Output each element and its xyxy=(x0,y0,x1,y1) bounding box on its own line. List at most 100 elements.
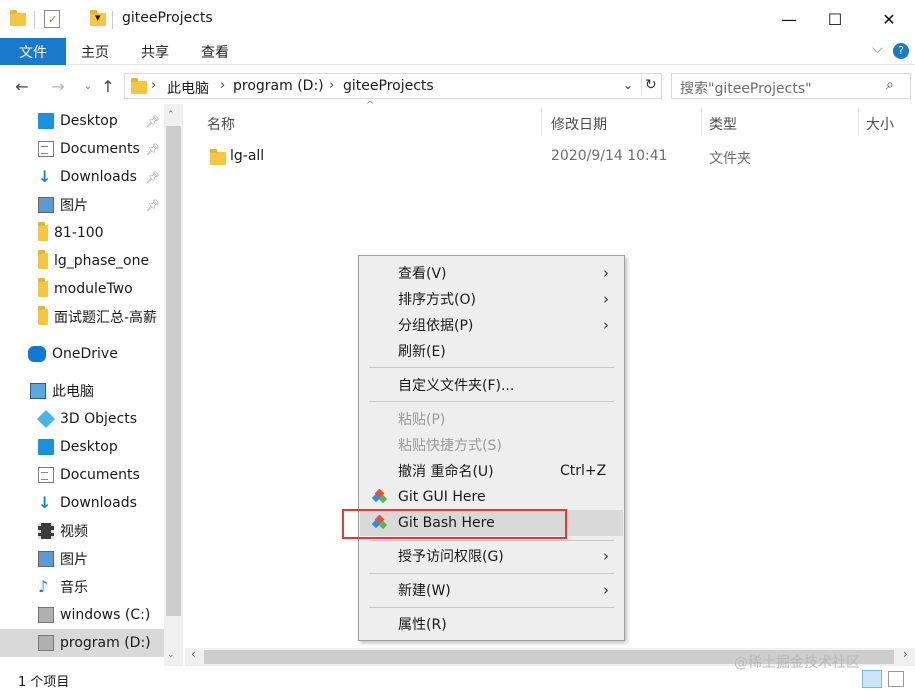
watermark: @稀土掘金技术社区 xyxy=(734,655,860,671)
menu-item-new[interactable]: 新建(W) › xyxy=(360,577,623,603)
pin-icon[interactable]: 📌︎ xyxy=(146,199,160,212)
3d-objects-icon xyxy=(36,409,56,429)
scroll-left-icon[interactable]: ‹ xyxy=(191,647,196,661)
scroll-right-icon[interactable]: › xyxy=(903,647,908,661)
file-row[interactable]: lg-all 2020/9/14 10:41 文件夹 xyxy=(192,146,892,170)
sidebar-item-downloads-pc[interactable]: ↓ Downloads xyxy=(0,489,165,517)
pin-icon[interactable]: 📌︎ xyxy=(146,171,160,184)
expand-ribbon-icon[interactable]: ⌵ xyxy=(872,41,883,57)
sidebar-item-videos[interactable]: 视频 xyxy=(0,517,165,545)
desktop-icon xyxy=(38,113,54,129)
sidebar-item-downloads[interactable]: ↓ Downloads 📌︎ xyxy=(0,163,165,191)
chevron-right-icon[interactable]: › xyxy=(220,78,225,93)
help-icon[interactable]: ? xyxy=(893,43,909,59)
divider xyxy=(34,11,35,29)
sidebar-item-pictures-pc[interactable]: 图片 xyxy=(0,545,165,573)
menu-item-refresh[interactable]: 刷新(E) xyxy=(360,338,623,364)
tab-file[interactable]: 文件 xyxy=(0,38,66,65)
scroll-down-icon[interactable]: ⌄ xyxy=(167,650,175,660)
sidebar-item-81-100[interactable]: 81-100 xyxy=(0,219,165,247)
address-dropdown-icon[interactable]: ⌄ xyxy=(623,78,633,92)
menu-item-view[interactable]: 查看(V) › xyxy=(360,260,623,286)
menu-item-sort[interactable]: 排序方式(O) › xyxy=(360,286,623,312)
properties-icon[interactable]: ✓ xyxy=(44,10,60,28)
up-arrow-icon[interactable]: ↑ xyxy=(96,74,120,98)
quick-access-dropdown-icon[interactable]: ▾ xyxy=(95,11,101,24)
column-header-date[interactable]: 修改日期 xyxy=(551,114,607,134)
sidebar-item-this-pc[interactable]: 此电脑 xyxy=(0,377,165,405)
sidebar-item-moduletwo[interactable]: moduleTwo xyxy=(0,275,165,303)
menu-item-undo-rename[interactable]: 撤消 重命名(U) Ctrl+Z xyxy=(360,458,623,484)
breadcrumb-this-pc[interactable]: 此电脑 xyxy=(167,78,209,98)
folder-icon xyxy=(38,222,48,241)
tab-share[interactable]: 共享 xyxy=(130,38,180,65)
search-icon[interactable]: ⌕ xyxy=(886,77,894,93)
column-header-name[interactable]: 名称 xyxy=(207,114,235,134)
close-button[interactable]: ✕ xyxy=(866,0,912,38)
pin-icon[interactable]: 📌︎ xyxy=(146,115,160,128)
chevron-right-icon: › xyxy=(603,316,609,334)
large-icons-view-icon[interactable] xyxy=(888,671,904,687)
column-header-type[interactable]: 类型 xyxy=(709,114,737,134)
sidebar-item-desktop-pc[interactable]: Desktop xyxy=(0,433,165,461)
address-bar[interactable]: › 此电脑 › program (D:) › giteeProjects ⌄ ↻ xyxy=(124,73,662,99)
drive-icon xyxy=(38,635,54,651)
back-arrow-icon[interactable]: ← xyxy=(10,74,34,98)
sidebar-item-windows-c[interactable]: windows (C:) xyxy=(0,601,165,629)
chevron-right-icon[interactable]: › xyxy=(329,78,334,93)
breadcrumb-giteeprojects[interactable]: giteeProjects xyxy=(343,78,434,94)
menu-item-git-gui[interactable]: Git GUI Here xyxy=(360,484,623,510)
maximize-button[interactable]: ☐ xyxy=(812,0,858,38)
tab-view[interactable]: 查看 xyxy=(190,38,240,65)
folder-icon xyxy=(38,250,48,269)
column-divider[interactable] xyxy=(858,108,859,136)
details-view-icon[interactable] xyxy=(862,670,882,688)
menu-item-properties[interactable]: 属性(R) xyxy=(360,611,623,637)
minimize-button[interactable]: — xyxy=(766,0,812,38)
menu-item-customize-folder[interactable]: 自定义文件夹(F)... xyxy=(360,372,623,398)
chevron-right-icon: › xyxy=(603,290,609,308)
navigation-pane[interactable]: Desktop 📌︎ Documents 📌︎ ↓ Downloads 📌︎ 图片… xyxy=(0,104,183,666)
documents-icon xyxy=(38,467,54,483)
folder-icon xyxy=(10,10,26,26)
column-header-size[interactable]: 大小 xyxy=(866,114,894,134)
sidebar-item-documents-pc[interactable]: Documents xyxy=(0,461,165,489)
sidebar-item-lg-phase-one[interactable]: lg_phase_one xyxy=(0,247,165,275)
sidebar-item-pictures[interactable]: 图片 📌︎ xyxy=(0,191,165,219)
pictures-icon xyxy=(38,551,54,567)
pictures-icon xyxy=(38,197,54,213)
divider xyxy=(112,11,113,29)
menu-item-paste[interactable]: 粘贴(P) xyxy=(360,406,623,432)
pin-icon[interactable]: 📌︎ xyxy=(146,143,160,156)
context-menu: 查看(V) › 排序方式(O) › 分组依据(P) › 刷新(E) 自定义文件夹(F)… xyxy=(358,255,625,641)
sidebar-item-music[interactable]: ♪ 音乐 xyxy=(0,573,165,601)
sidebar-item-interview-summary[interactable]: 面试题汇总-高薪 xyxy=(0,303,165,331)
sidebar-scrollbar-thumb[interactable] xyxy=(166,126,181,616)
menu-item-grant-access[interactable]: 授予访问权限(G) › xyxy=(360,543,623,569)
onedrive-cloud-icon xyxy=(28,346,46,362)
search-input[interactable]: 搜索"giteeProjects" ⌕ xyxy=(671,73,911,99)
file-name: lg-all xyxy=(230,148,265,164)
music-icon: ♪ xyxy=(38,577,49,596)
sidebar-item-desktop[interactable]: Desktop 📌︎ xyxy=(0,107,165,135)
sidebar-item-onedrive[interactable]: OneDrive xyxy=(0,340,165,368)
sidebar-item-program-d[interactable]: program (D:) xyxy=(0,629,165,657)
sidebar-item-documents[interactable]: Documents 📌︎ xyxy=(0,135,165,163)
menu-separator xyxy=(369,607,614,608)
chevron-right-icon: › xyxy=(603,581,609,599)
refresh-icon[interactable]: ↻ xyxy=(645,77,657,93)
folder-icon xyxy=(38,306,48,325)
tab-home[interactable]: 主页 xyxy=(70,38,120,65)
sidebar-item-3d-objects[interactable]: 3D Objects xyxy=(0,405,165,433)
column-divider[interactable] xyxy=(541,108,542,136)
breadcrumb-program-d[interactable]: program (D:) xyxy=(233,78,324,94)
scroll-up-icon[interactable]: ⌃ xyxy=(167,110,175,120)
menu-item-paste-shortcut[interactable]: 粘贴快捷方式(S) xyxy=(360,432,623,458)
column-divider[interactable] xyxy=(701,108,702,136)
menu-separator xyxy=(369,540,614,541)
chevron-right-icon[interactable]: › xyxy=(151,78,156,93)
menu-item-group[interactable]: 分组依据(P) › xyxy=(360,312,623,338)
forward-arrow-icon[interactable]: → xyxy=(46,74,70,98)
menu-separator xyxy=(369,573,614,574)
downloads-icon: ↓ xyxy=(38,167,52,186)
